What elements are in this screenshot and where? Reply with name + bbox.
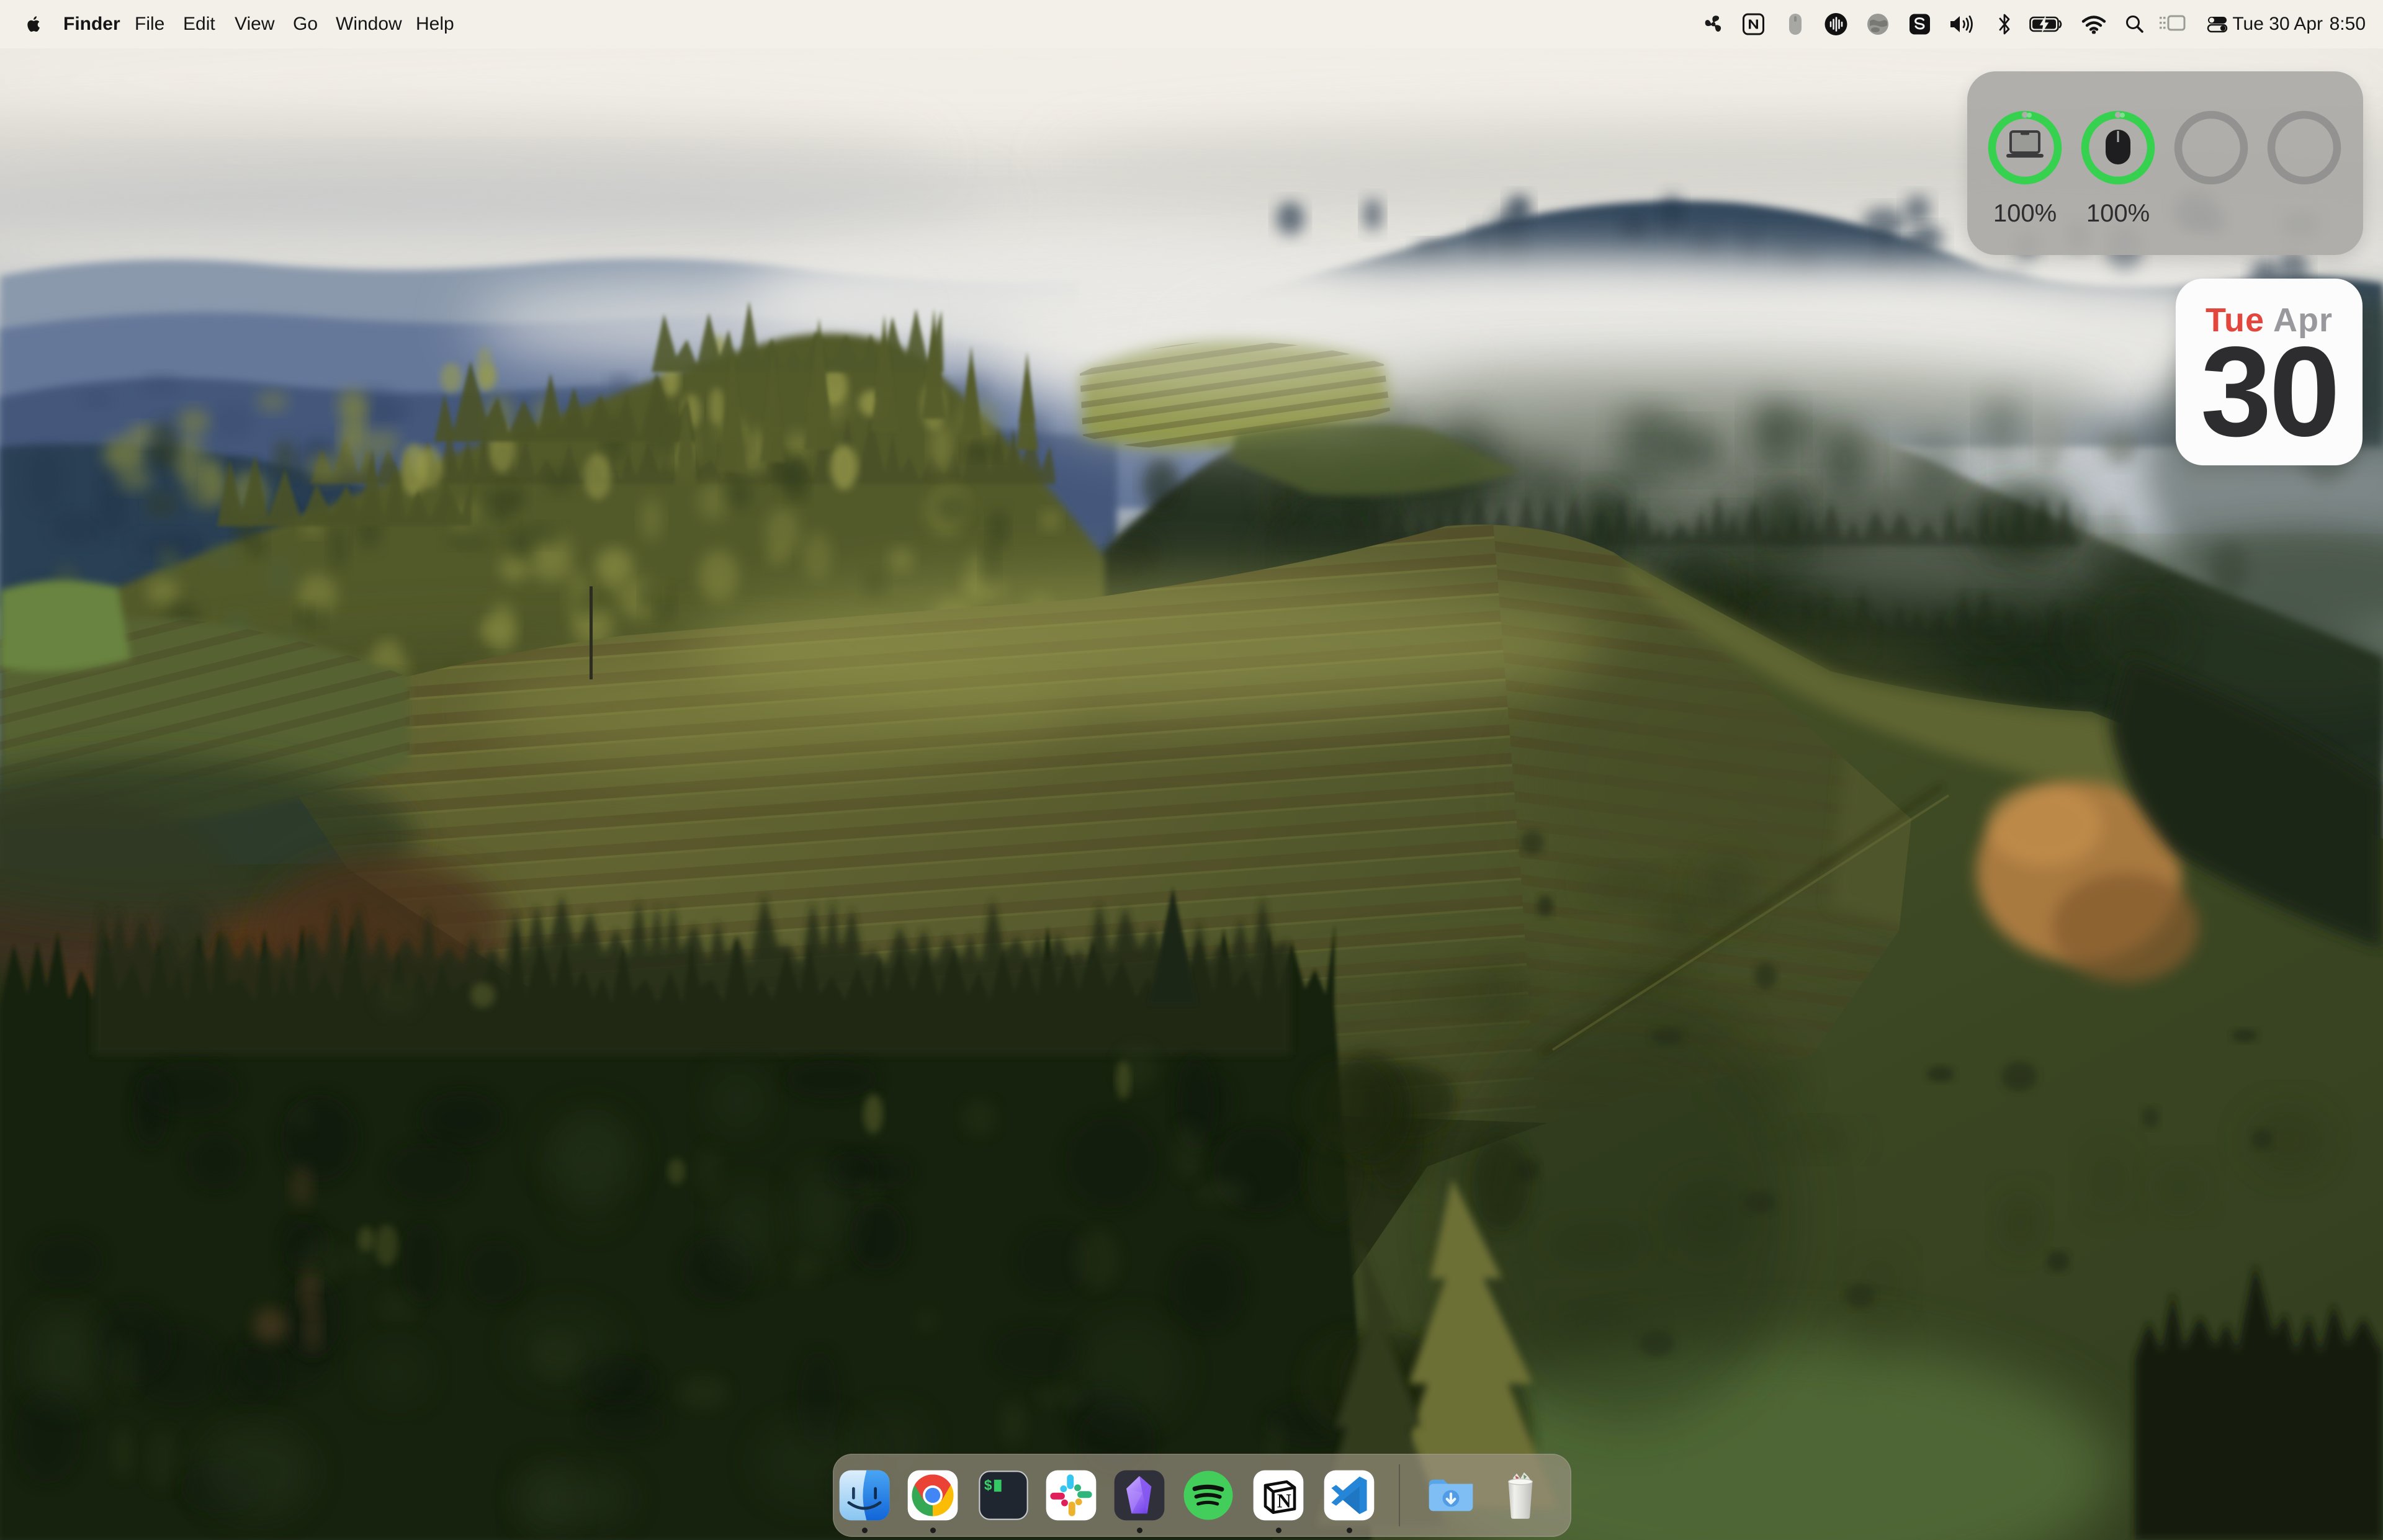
- svg-text:N: N: [1277, 1490, 1291, 1511]
- svg-text:$: $: [984, 1477, 992, 1493]
